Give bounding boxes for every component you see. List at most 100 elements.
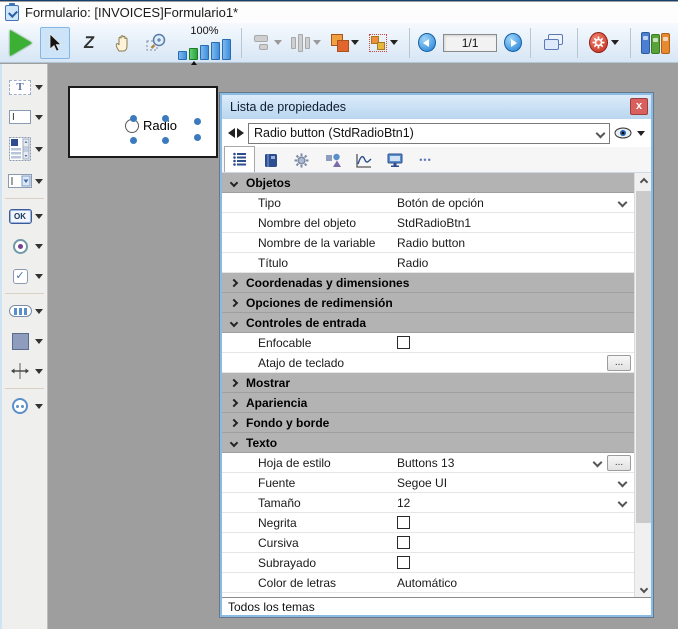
prop-row-tipo[interactable]: Tipo Botón de opción xyxy=(222,193,634,213)
form-canvas[interactable]: Radio xyxy=(68,86,218,158)
section-fondo-borde[interactable]: Fondo y borde xyxy=(222,413,634,433)
prop-row-hoja-estilo[interactable]: Hoja de estilo Buttons 13... xyxy=(222,453,634,473)
prop-row-subrayado[interactable]: Subrayado xyxy=(222,553,634,573)
ellipsis-button[interactable]: ... xyxy=(607,355,631,371)
selection-handle[interactable] xyxy=(162,115,169,122)
chevron-down-icon[interactable] xyxy=(35,147,43,152)
label-tool[interactable]: T xyxy=(2,72,47,102)
section-opciones-redimension[interactable]: Opciones de redimensión xyxy=(222,293,634,313)
tab-objects[interactable] xyxy=(317,148,348,172)
zoom-bar[interactable] xyxy=(211,42,220,60)
chevron-down-icon[interactable] xyxy=(637,131,645,136)
checkbox[interactable] xyxy=(397,556,410,569)
panel-title-bar[interactable]: Lista de propiedades x xyxy=(222,95,651,119)
tab-function[interactable] xyxy=(348,148,379,172)
prop-row-fuente[interactable]: Fuente Segoe UI xyxy=(222,473,634,493)
section-controles-entrada[interactable]: Controles de entrada xyxy=(222,313,634,333)
scrollbar-thumb[interactable] xyxy=(636,191,651,523)
zoom-bar[interactable] xyxy=(200,45,209,60)
splitter-tool[interactable] xyxy=(2,356,47,386)
circle-control-tool[interactable] xyxy=(2,391,47,421)
checkbox-tool[interactable]: ✓ xyxy=(2,261,47,291)
radio-button-tool[interactable] xyxy=(2,231,47,261)
prop-row-enfocable[interactable]: Enfocable xyxy=(222,333,634,353)
select-tool-button[interactable] xyxy=(40,27,70,59)
chevron-down-icon[interactable] xyxy=(35,339,43,344)
prop-value[interactable]: Radio xyxy=(397,256,428,270)
prop-row-color-letras[interactable]: Color de letras Automático xyxy=(222,573,634,593)
prop-value[interactable]: Radio button xyxy=(397,236,465,250)
layers-button[interactable] xyxy=(539,27,569,59)
chevron-down-icon[interactable] xyxy=(35,179,43,184)
ellipsis-button[interactable]: ... xyxy=(607,455,631,471)
tab-order-tool-button[interactable]: Z xyxy=(74,27,104,59)
listbox-tool[interactable] xyxy=(2,132,47,166)
zoom-bar-current[interactable] xyxy=(189,48,198,60)
close-icon[interactable]: x xyxy=(630,98,648,115)
library-button[interactable] xyxy=(639,27,672,59)
chevron-down-icon[interactable] xyxy=(35,274,43,279)
object-selector-combo[interactable]: Radio button (StdRadioBtn1) xyxy=(248,123,610,144)
checkbox[interactable] xyxy=(397,536,410,549)
chevron-down-icon[interactable] xyxy=(35,244,43,249)
selection-handle[interactable] xyxy=(130,115,137,122)
selection-handle[interactable] xyxy=(194,134,201,141)
prop-row-nombre-de-la-variable[interactable]: Nombre de la variable Radio button xyxy=(222,233,634,253)
segmented-tool[interactable] xyxy=(2,296,47,326)
prev-object-icon[interactable] xyxy=(228,128,235,138)
visibility-button[interactable] xyxy=(614,127,645,139)
tab-settings[interactable] xyxy=(286,148,317,172)
zoom-level-control[interactable]: 100% xyxy=(178,26,231,60)
pan-tool-button[interactable] xyxy=(108,27,138,59)
chevron-down-icon[interactable] xyxy=(593,458,603,468)
tab-events[interactable] xyxy=(255,148,286,172)
chevron-down-icon[interactable] xyxy=(35,214,43,219)
chevron-down-icon[interactable] xyxy=(611,40,619,45)
section-apariencia[interactable]: Apariencia xyxy=(222,393,634,413)
combobox-tool[interactable] xyxy=(2,166,47,196)
selection-group-button[interactable] xyxy=(366,27,401,59)
prev-page-button[interactable] xyxy=(418,33,436,52)
tab-display[interactable] xyxy=(379,148,410,172)
run-form-button[interactable] xyxy=(6,27,36,59)
next-page-button[interactable] xyxy=(504,33,522,52)
object-prev-next-arrows[interactable] xyxy=(228,128,244,138)
zoom-tool-button[interactable] xyxy=(142,27,172,59)
prop-row-atajo-teclado[interactable]: Atajo de teclado ... xyxy=(222,353,634,373)
prop-row-nombre-del-objeto[interactable]: Nombre del objeto StdRadioBtn1 xyxy=(222,213,634,233)
chevron-down-icon[interactable] xyxy=(35,369,43,374)
chevron-down-icon[interactable] xyxy=(35,309,43,314)
selection-handle[interactable] xyxy=(162,137,169,144)
zoom-bars[interactable] xyxy=(178,38,231,60)
scroll-down-button[interactable] xyxy=(635,580,651,597)
section-coordenadas[interactable]: Coordenadas y dimensiones xyxy=(222,273,634,293)
prop-row-cursiva[interactable]: Cursiva xyxy=(222,533,634,553)
chevron-down-icon[interactable] xyxy=(35,404,43,409)
prop-row-titulo[interactable]: Título Radio xyxy=(222,253,634,273)
chevron-down-icon[interactable] xyxy=(351,40,359,45)
tab-properties[interactable] xyxy=(224,146,255,172)
zoom-bar[interactable] xyxy=(178,51,187,60)
button-tool[interactable]: OK xyxy=(2,201,47,231)
chevron-down-icon[interactable] xyxy=(35,85,43,90)
zoom-bar[interactable] xyxy=(222,39,231,60)
chevron-down-icon[interactable] xyxy=(35,115,43,120)
selection-handle[interactable] xyxy=(194,118,201,125)
prop-value[interactable]: StdRadioBtn1 xyxy=(397,216,471,230)
chevron-down-icon[interactable] xyxy=(390,40,398,45)
selection-handle[interactable] xyxy=(130,137,137,144)
chevron-down-icon[interactable] xyxy=(618,498,628,508)
section-mostrar[interactable]: Mostrar xyxy=(222,373,634,393)
settings-button[interactable] xyxy=(586,27,622,59)
chevron-down-icon[interactable] xyxy=(618,478,628,488)
scroll-up-button[interactable] xyxy=(635,173,651,190)
section-texto[interactable]: Texto xyxy=(222,433,634,453)
tab-more[interactable]: ••• xyxy=(410,148,441,172)
section-objetos[interactable]: Objetos xyxy=(222,173,634,193)
prop-row-tamano[interactable]: Tamaño 12 xyxy=(222,493,634,513)
checkbox[interactable] xyxy=(397,336,410,349)
next-object-icon[interactable] xyxy=(237,128,244,138)
vertical-scrollbar[interactable] xyxy=(634,173,651,597)
text-input-tool[interactable]: I xyxy=(2,102,47,132)
chevron-down-icon[interactable] xyxy=(618,198,628,208)
